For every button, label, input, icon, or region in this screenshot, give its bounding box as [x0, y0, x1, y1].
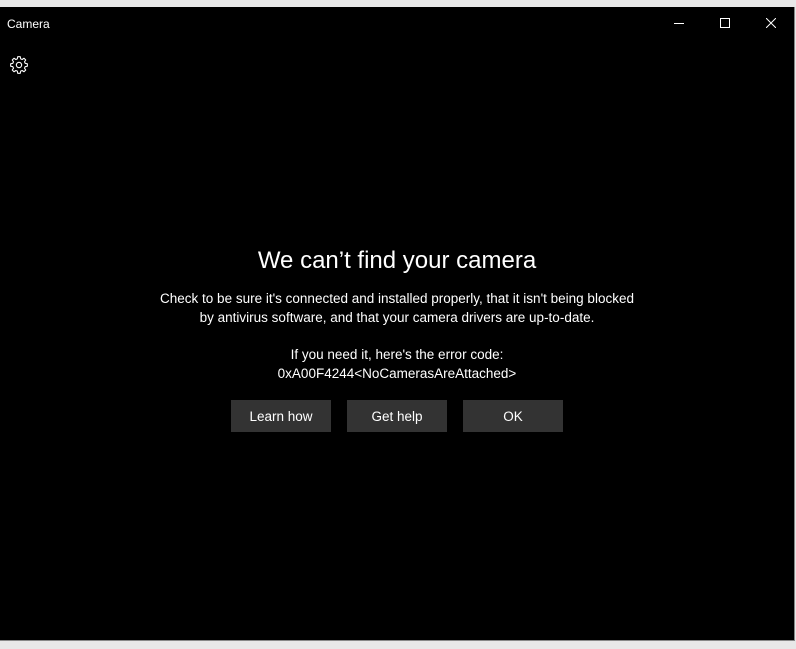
window-title: Camera — [7, 17, 50, 31]
error-panel: We can’t find your camera Check to be su… — [0, 247, 794, 432]
minimize-button[interactable] — [656, 7, 702, 39]
learn-how-button[interactable]: Learn how — [231, 400, 331, 432]
camera-window: Camera We can’t find your camera Check t… — [0, 7, 795, 641]
maximize-button[interactable] — [702, 7, 748, 39]
close-button[interactable] — [748, 7, 794, 39]
error-heading: We can’t find your camera — [257, 247, 537, 274]
error-code-label: If you need it, here's the error code: — [290, 347, 504, 362]
error-message-line1: Check to be sure it's connected and inst… — [160, 291, 634, 306]
close-icon — [766, 18, 776, 28]
minimize-icon — [674, 23, 684, 24]
get-help-button[interactable]: Get help — [347, 400, 447, 432]
error-message-line2: by antivirus software, and that your cam… — [199, 310, 595, 325]
error-code: 0xA00F4244<NoCamerasAreAttached> — [277, 366, 517, 381]
settings-gear-icon[interactable] — [9, 55, 29, 75]
ok-button[interactable]: OK — [463, 400, 563, 432]
maximize-icon — [720, 18, 730, 28]
